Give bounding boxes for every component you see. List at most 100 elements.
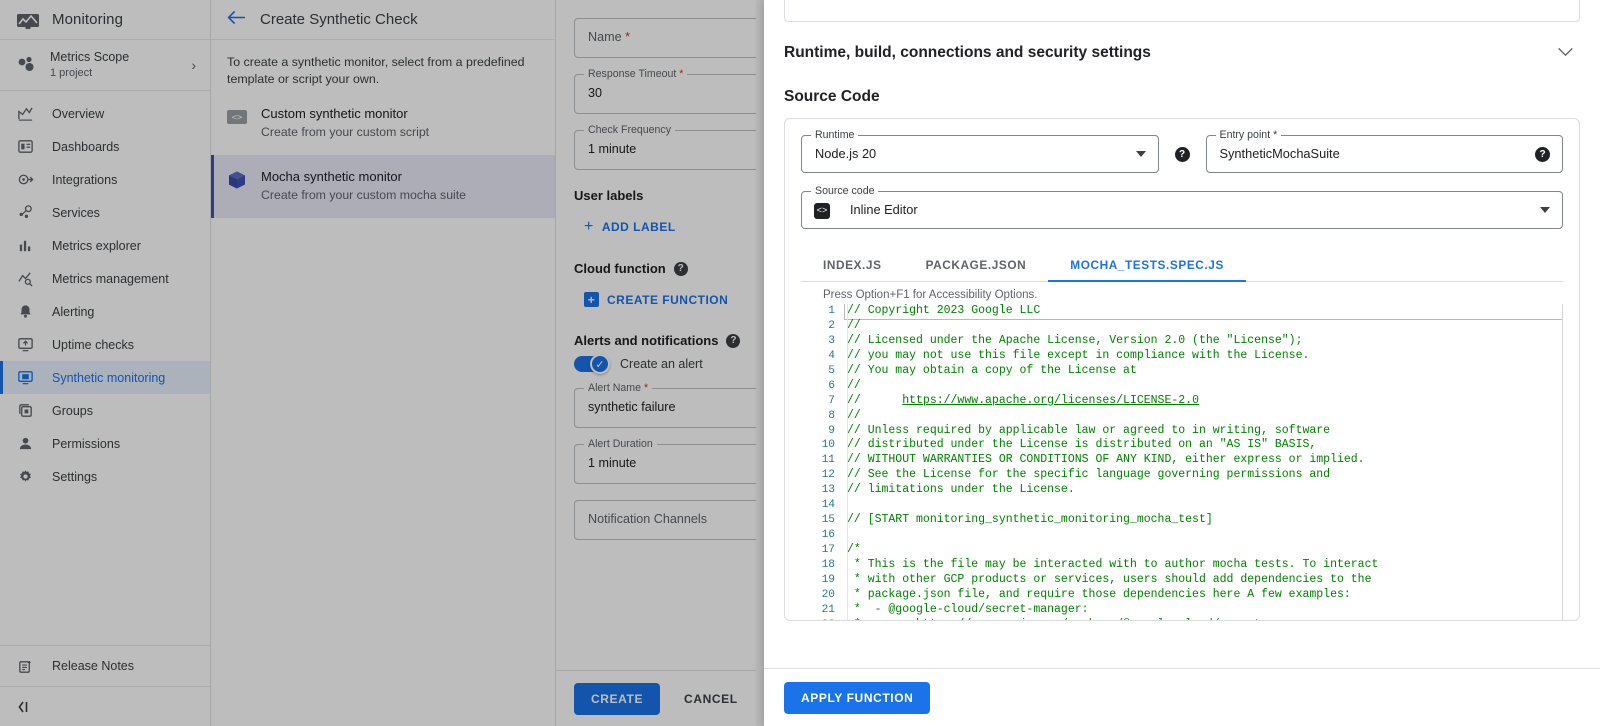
plus-square-icon: + — [584, 292, 599, 307]
sidebar-item-label: Services — [52, 205, 100, 220]
code-line[interactable]: 12 // See the License for the specific la… — [801, 468, 1563, 483]
code-line-text: // https://www.apache.org/licenses/LICEN… — [847, 393, 1199, 407]
line-number: 13 — [821, 484, 835, 497]
code-line[interactable]: 17 /* — [801, 543, 1563, 558]
code-line-text: // Licensed under the Apache License, Ve… — [847, 333, 1303, 347]
editor-vertical-scrollbar[interactable] — [1562, 304, 1563, 620]
sidebar-item-settings[interactable]: Settings — [0, 460, 210, 493]
tab-index-js[interactable]: INDEX.JS — [801, 247, 904, 281]
code-line[interactable]: 22 * https://www.npmjs.com/package/@goog… — [801, 618, 1563, 620]
line-number: 14 — [821, 499, 835, 512]
create-alert-toggle-label: Create an alert — [620, 357, 703, 371]
code-line-text: * with other GCP products or services, u… — [847, 572, 1372, 586]
code-line[interactable]: 9 // Unless required by applicable law or… — [801, 424, 1563, 439]
code-line[interactable]: 7 // https://www.apache.org/licenses/LICE… — [801, 394, 1563, 409]
sidebar-item-groups[interactable]: Groups — [0, 394, 210, 427]
sidebar-item-permissions[interactable]: Permissions — [0, 427, 210, 460]
code-line[interactable]: 13 // limitations under the License. — [801, 483, 1563, 498]
source-file-tabs: INDEX.JS PACKAGE.JSON MOCHA_TESTS.SPEC.J… — [801, 247, 1563, 282]
code-line[interactable]: 11 // WITHOUT WARRANTIES OR CONDITIONS OF… — [801, 453, 1563, 468]
code-line[interactable]: 16 — [801, 528, 1563, 543]
line-number: 21 — [821, 603, 835, 616]
sidebar-item-label: Integrations — [52, 172, 118, 187]
sidebar-item-services[interactable]: Services — [0, 196, 210, 229]
line-number: 3 — [828, 334, 835, 347]
code-line-text: // distributed under the License is dist… — [847, 438, 1317, 452]
create-button[interactable]: CREATE — [574, 682, 661, 715]
alert-duration-label: Alert Duration — [584, 438, 657, 450]
alert-name-label: Alert Name * — [584, 382, 653, 394]
sidebar-item-dashboards[interactable]: Dashboards — [0, 130, 210, 163]
code-line[interactable]: 19 * with other GCP products or services… — [801, 573, 1563, 588]
accessibility-hint: Press Option+F1 for Accessibility Option… — [823, 289, 1038, 301]
apply-function-button[interactable]: APPLY FUNCTION — [784, 681, 931, 714]
create-function-button[interactable]: + CREATE FUNCTION — [574, 284, 738, 315]
line-number: 20 — [821, 588, 835, 601]
line-number: 6 — [828, 379, 835, 392]
sidebar-item-metrics-explorer[interactable]: Metrics explorer — [0, 229, 210, 262]
create-alert-toggle[interactable]: ✓ — [574, 354, 610, 374]
sidebar-item-label: Metrics management — [52, 271, 169, 286]
sidebar-item-uptime-checks[interactable]: Uptime checks — [0, 328, 210, 361]
code-line[interactable]: 3 // Licensed under the Apache License, V… — [801, 334, 1563, 349]
code-line[interactable]: 21 * - @google-cloud/secret-manager: — [801, 603, 1563, 618]
code-line[interactable]: 6 // — [801, 379, 1563, 394]
code-line[interactable]: 14 — [801, 498, 1563, 513]
runtime-build-settings-section[interactable]: Runtime, build, connections and security… — [784, 22, 1580, 78]
sidebar-item-overview[interactable]: Overview — [0, 97, 210, 130]
background-scrollbar-strip[interactable] — [756, 0, 764, 726]
metrics-scope-text: Metrics Scope 1 project — [50, 50, 179, 80]
sidebar-item-label: Alerting — [52, 304, 95, 319]
help-circle-icon[interactable]: ? — [1535, 147, 1550, 162]
tab-mocha-tests-spec-js[interactable]: MOCHA_TESTS.SPEC.JS — [1048, 247, 1246, 282]
add-label-button[interactable]: + ADD LABEL — [574, 211, 686, 243]
line-number: 1 — [828, 305, 835, 317]
code-editor[interactable]: 1 // Copyright 2023 Google LLC 2 // 3 // Lice… — [801, 304, 1563, 620]
entry-point-field[interactable]: Entry point * SyntheticMochaSuite ? — [1205, 129, 1563, 173]
create-panel-header: Create Synthetic Check — [211, 0, 555, 40]
code-line[interactable]: 4 // you may not use this file except in … — [801, 349, 1563, 364]
source-code-select-value: Inline Editor — [850, 202, 918, 217]
code-line[interactable]: 1 // Copyright 2023 Google LLC — [801, 304, 1563, 320]
sidebar-item-alerting[interactable]: Alerting — [0, 295, 210, 328]
line-number: 7 — [828, 394, 835, 407]
sidebar-item-metrics-management[interactable]: Metrics management — [0, 262, 210, 295]
code-link[interactable]: https://www.npmjs.com/package/@google-cl… — [916, 618, 1316, 620]
runtime-select[interactable]: Runtime Node.js 20 — [801, 129, 1159, 173]
source-code-select[interactable]: Source code <> Inline Editor — [801, 185, 1563, 229]
help-circle-icon[interactable]: ? — [1174, 147, 1190, 162]
sidebar-item-synthetic-monitoring[interactable]: Synthetic monitoring — [0, 361, 210, 394]
sidebar-item-integrations[interactable]: Integrations — [0, 163, 210, 196]
previous-section-card-stub — [784, 0, 1580, 22]
svg-text:<>: <> — [232, 113, 243, 123]
code-line[interactable]: 10 // distributed under the License is di… — [801, 438, 1563, 453]
code-link[interactable]: https://www.apache.org/licenses/LICENSE-… — [902, 394, 1199, 407]
code-line[interactable]: 18 * This is the file may be interacted … — [801, 558, 1563, 573]
code-line[interactable]: 5 // You may obtain a copy of the License… — [801, 364, 1563, 379]
chevron-right-icon[interactable]: › — [191, 57, 200, 73]
back-arrow-icon[interactable] — [227, 10, 246, 29]
code-line[interactable]: 8 // — [801, 409, 1563, 424]
template-subtitle: Create from your custom mocha suite — [261, 188, 467, 202]
code-line[interactable]: 20 * package.json file, and require thos… — [801, 588, 1563, 603]
template-option-mocha-synthetic-monitor[interactable]: Mocha synthetic monitor Create from your… — [211, 155, 555, 218]
monitoring-logo-icon — [16, 11, 40, 30]
chevron-down-icon[interactable] — [1135, 151, 1146, 157]
cancel-button[interactable]: CANCEL — [670, 683, 752, 715]
line-number: 18 — [821, 558, 835, 571]
line-number: 19 — [821, 573, 835, 586]
help-circle-icon[interactable]: ? — [726, 333, 741, 348]
collapse-panel-icon[interactable] — [0, 686, 210, 726]
code-lines-container: 1 // Copyright 2023 Google LLC 2 // 3 // Lice… — [801, 304, 1563, 620]
help-circle-icon[interactable]: ? — [673, 261, 688, 276]
metrics-explorer-icon — [16, 237, 34, 255]
code-line[interactable]: 15 // [START monitoring_synthetic_monitor… — [801, 513, 1563, 528]
create-function-button-label: CREATE FUNCTION — [607, 292, 729, 307]
tab-package-json[interactable]: PACKAGE.JSON — [904, 247, 1049, 281]
chevron-down-icon[interactable] — [1557, 44, 1580, 62]
template-option-custom-synthetic-monitor[interactable]: <> Custom synthetic monitor Create from … — [211, 92, 555, 155]
metrics-scope-selector[interactable]: Metrics Scope 1 project › — [0, 40, 210, 91]
sidebar-item-release-notes[interactable]: Release Notes — [0, 646, 210, 686]
chevron-down-icon[interactable] — [1540, 207, 1550, 213]
code-line[interactable]: 2 // — [801, 319, 1563, 334]
